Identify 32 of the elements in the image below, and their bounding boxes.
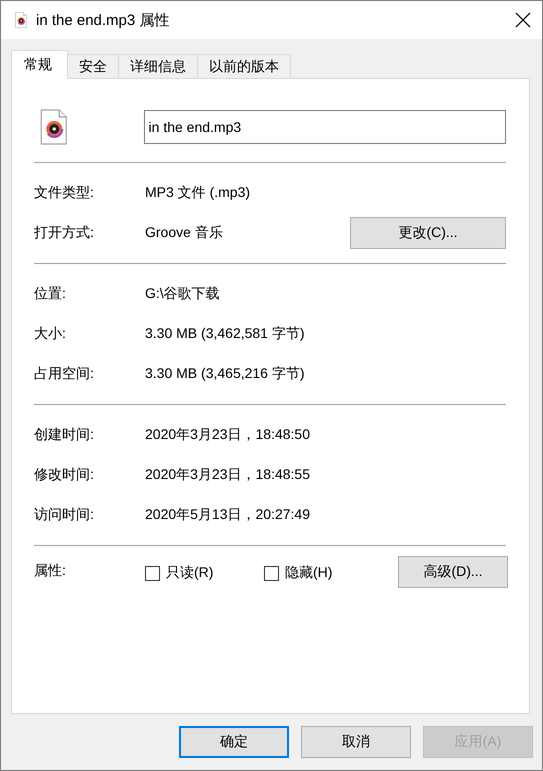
field-value: Groove 音乐	[145, 224, 224, 242]
field-label: 访问时间:	[34, 506, 95, 524]
field-label: 打开方式:	[34, 224, 95, 242]
field-label: 创建时间:	[34, 426, 95, 444]
field-label: 修改时间:	[34, 466, 95, 484]
checkbox[interactable]	[264, 566, 279, 580]
field-value: G:\谷歌下载	[145, 285, 221, 303]
close-icon[interactable]	[515, 12, 531, 28]
field-value: 2020年5月13日，20:27:49	[145, 506, 311, 524]
music-file-icon	[39, 109, 69, 145]
field-label: 位置:	[34, 285, 67, 303]
advanced-button[interactable]: 高级(D)...	[398, 556, 508, 588]
window-title: in the end.mp3 属性	[36, 10, 170, 30]
tab[interactable]: 以前的版本	[197, 54, 291, 78]
checkbox[interactable]	[145, 566, 160, 580]
field-label: 属性:	[34, 561, 67, 580]
tab[interactable]: 常规	[11, 50, 68, 79]
field-label: 文件类型:	[34, 184, 95, 202]
field-value: 2020年3月23日，18:48:50	[145, 426, 311, 444]
field-value: 3.30 MB (3,462,581 字节)	[145, 325, 306, 343]
checkbox-label: 只读(R)	[166, 564, 214, 582]
dialog-button[interactable]: 取消	[301, 726, 411, 758]
checkbox-label: 隐藏(H)	[285, 564, 332, 582]
field-value: MP3 文件 (.mp3)	[145, 184, 252, 202]
change-button[interactable]: 更改(C)...	[350, 217, 506, 249]
file-name-field[interactable]: in the end.mp3	[144, 110, 506, 144]
field-value: 2020年3月23日，18:48:55	[145, 466, 311, 484]
field-label: 占用空间:	[34, 365, 95, 383]
field-value: 3.30 MB (3,465,216 字节)	[145, 365, 306, 383]
dialog-button[interactable]: 确定	[179, 726, 289, 758]
music-file-icon	[14, 12, 28, 28]
field-label: 大小:	[34, 325, 67, 343]
